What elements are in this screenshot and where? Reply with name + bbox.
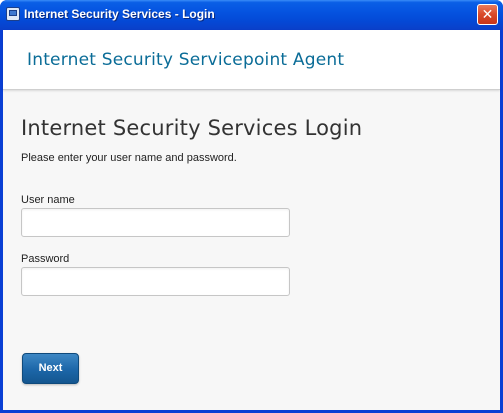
close-icon: ✕ [481,6,494,22]
window-content: Internet Security Servicepoint Agent Int… [3,30,500,410]
page-title: Internet Security Services Login [21,116,363,140]
username-label: User name [21,194,75,206]
instructions-text: Please enter your user name and password… [21,152,237,164]
username-input[interactable] [21,208,290,237]
title-bar[interactable]: Internet Security Services - Login ✕ [0,0,503,30]
window-title: Internet Security Services - Login [24,7,215,21]
login-window: Internet Security Services - Login ✕ Int… [0,0,503,413]
brand-name: Internet Security Servicepoint Agent [27,50,345,70]
brand-header: Internet Security Servicepoint Agent [3,30,500,90]
password-label: Password [21,253,70,265]
app-window-icon [6,7,20,21]
next-button[interactable]: Next [22,353,79,384]
password-input[interactable] [21,267,290,296]
close-button[interactable]: ✕ [477,4,498,25]
